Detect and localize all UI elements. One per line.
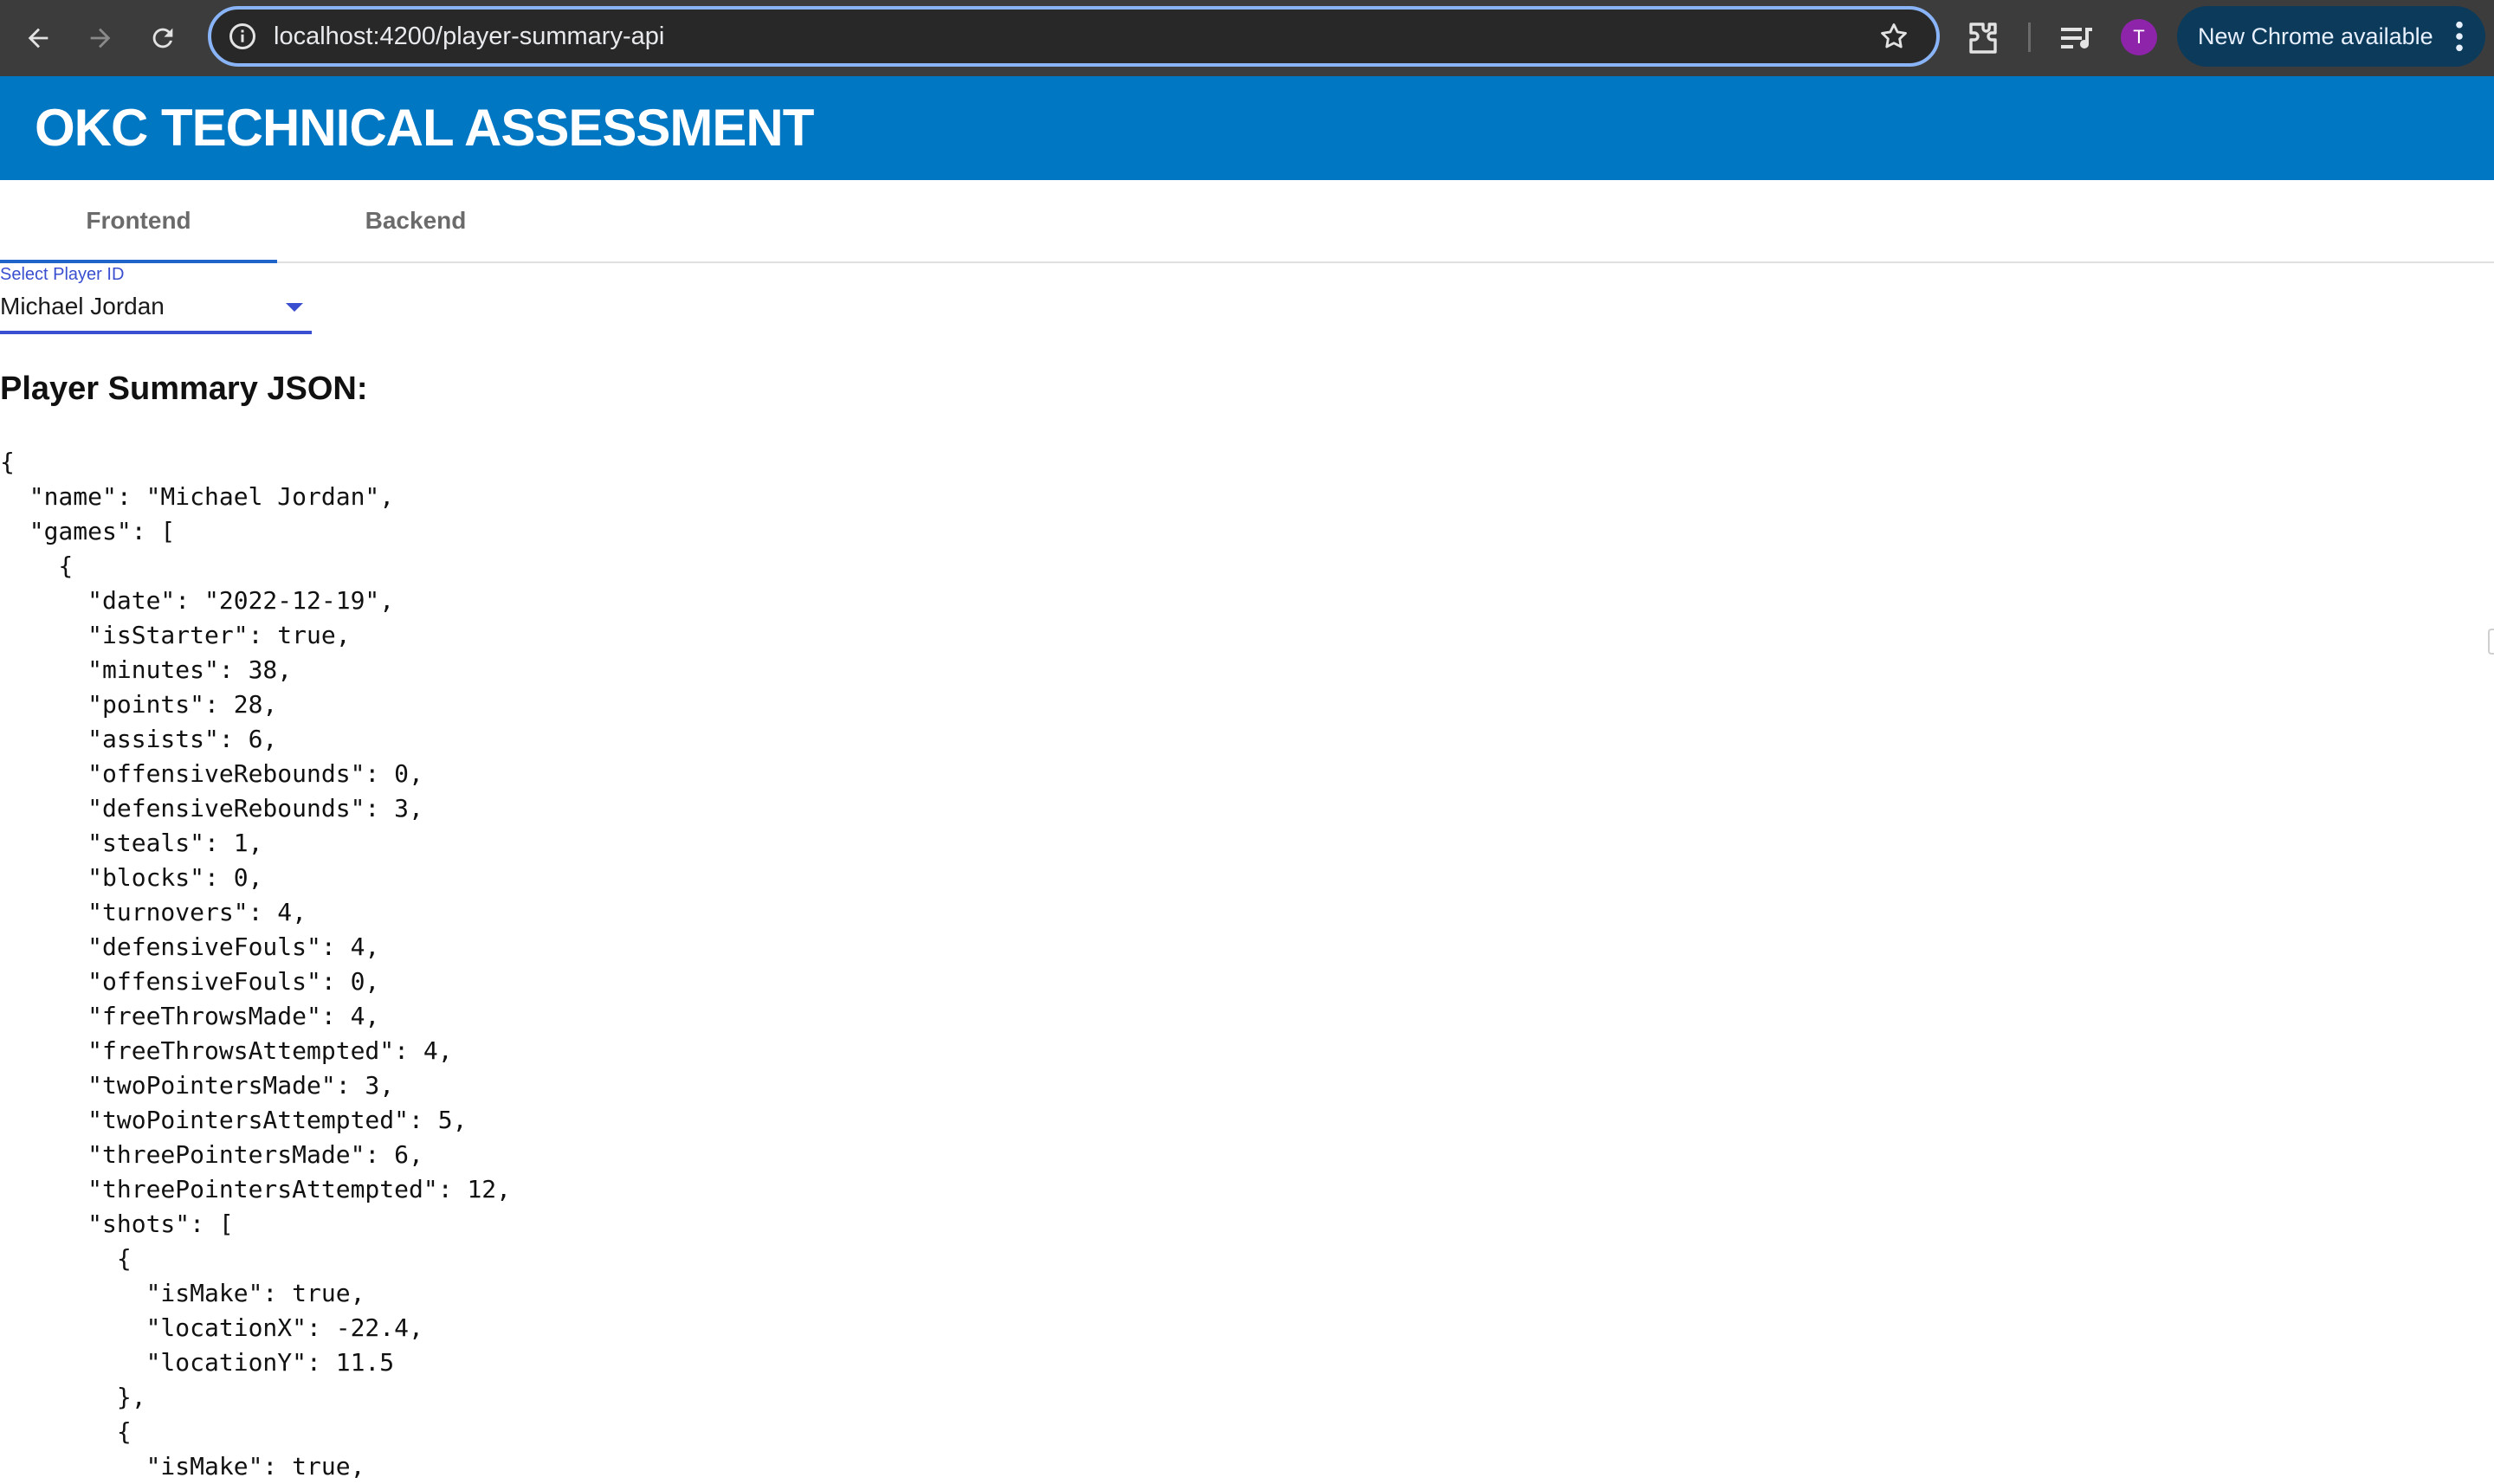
player-select-value[interactable]: Michael Jordan — [0, 293, 165, 320]
side-panel-handle[interactable] — [2488, 629, 2494, 655]
chrome-update-label: New Chrome available — [2198, 23, 2433, 49]
chrome-update-button[interactable]: New Chrome available — [2177, 6, 2485, 67]
json-line: "isStarter": true, — [0, 621, 351, 649]
reload-button[interactable] — [139, 14, 187, 62]
json-line: "twoPointersAttempted": 5, — [0, 1106, 468, 1134]
json-line: "assists": 6, — [0, 725, 278, 753]
json-line: { — [0, 448, 15, 476]
json-line: "steals": 1, — [0, 829, 263, 857]
reading-list-icon[interactable] — [2056, 17, 2097, 59]
app-title: OKC TECHNICAL ASSESSMENT — [35, 99, 814, 157]
app-header: OKC TECHNICAL ASSESSMENT — [0, 76, 2494, 180]
json-line: }, — [0, 1383, 146, 1411]
player-select-label: Select Player ID — [0, 265, 125, 284]
json-line: "offensiveFouls": 0, — [0, 967, 380, 996]
tab-bar: Frontend Backend — [0, 180, 2494, 263]
player-summary-json: { "name": "Michael Jordan", "games": [ {… — [0, 445, 1386, 1484]
browser-toolbar: localhost:4200/player-summary-api T New … — [0, 0, 2494, 76]
json-line: { — [0, 552, 74, 580]
json-line: "locationX": -22.4, — [0, 1313, 423, 1342]
json-line: "defensiveFouls": 4, — [0, 932, 380, 961]
address-bar[interactable]: localhost:4200/player-summary-api — [208, 6, 1940, 67]
json-line: "turnovers": 4, — [0, 898, 307, 926]
json-line: { — [0, 1417, 132, 1446]
url-text[interactable]: localhost:4200/player-summary-api — [274, 10, 664, 63]
json-line: "shots": [ — [0, 1210, 234, 1238]
json-line: "isMake": true, — [0, 1452, 365, 1481]
json-line: "threePointersAttempted": 12, — [0, 1175, 512, 1203]
json-line: "offensiveRebounds": 0, — [0, 759, 423, 788]
json-line: "twoPointersMade": 3, — [0, 1071, 395, 1100]
json-line: "defensiveRebounds": 3, — [0, 794, 423, 823]
summary-heading: Player Summary JSON: — [0, 371, 368, 407]
json-line: "name": "Michael Jordan", — [0, 482, 395, 511]
select-underline — [0, 331, 312, 334]
chevron-down-icon[interactable] — [284, 301, 305, 313]
more-vert-icon — [2456, 21, 2463, 52]
extensions-icon[interactable] — [1962, 17, 2004, 59]
reload-icon — [152, 28, 173, 48]
profile-avatar[interactable]: T — [2121, 19, 2157, 55]
back-arrow-icon — [28, 28, 48, 48]
json-line: "games": [ — [0, 517, 176, 545]
forward-arrow-icon — [90, 28, 111, 48]
json-line: "threePointersMade": 6, — [0, 1140, 423, 1169]
toolbar-divider — [2028, 23, 2031, 52]
json-line: "isMake": true, — [0, 1279, 365, 1307]
json-line: { — [0, 1244, 132, 1273]
json-line: "blocks": 0, — [0, 863, 263, 892]
tab-frontend[interactable]: Frontend — [0, 180, 277, 263]
json-line: "locationY": 11.5 — [0, 1348, 395, 1377]
back-button[interactable] — [14, 14, 62, 62]
json-line: "minutes": 38, — [0, 655, 293, 684]
json-line: "points": 28, — [0, 690, 278, 719]
bookmark-star-icon[interactable] — [1877, 20, 1910, 53]
json-line: "freeThrowsAttempted": 4, — [0, 1036, 453, 1065]
json-line: "freeThrowsMade": 4, — [0, 1002, 380, 1030]
tab-backend[interactable]: Backend — [277, 180, 554, 261]
json-line: "date": "2022-12-19", — [0, 586, 395, 615]
forward-button[interactable] — [76, 14, 125, 62]
site-info-icon[interactable] — [227, 21, 258, 52]
player-select[interactable]: Select Player ID Michael Jordan — [0, 263, 312, 334]
